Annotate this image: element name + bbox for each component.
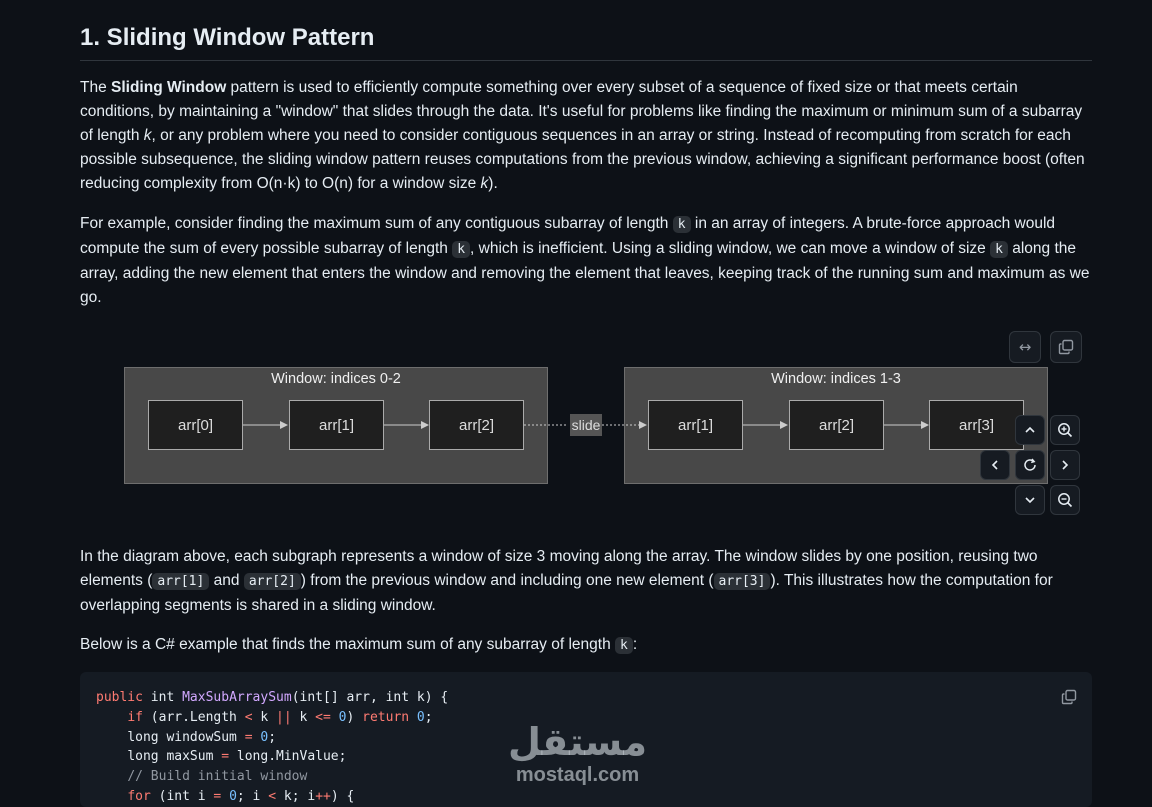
pan-left-button[interactable] <box>980 450 1010 480</box>
node-w2-2: arr[3] <box>929 400 1024 450</box>
reset-view-button[interactable] <box>1015 450 1045 480</box>
pan-down-button[interactable] <box>1015 485 1045 515</box>
zoom-out-icon <box>1058 493 1073 508</box>
chevron-up-icon <box>1025 426 1035 433</box>
chevron-right-icon <box>1062 460 1069 470</box>
watermark-arabic: مستقل <box>508 720 647 764</box>
pan-right-button[interactable] <box>1050 450 1080 480</box>
mostaql-watermark: مستقل mostaql.com <box>505 720 650 792</box>
chevron-down-icon <box>1025 497 1035 504</box>
code-line-2: if (arr.Length < k || k <= 0) return 0; <box>127 709 433 725</box>
code-line-4: long maxSum = long.MinValue; <box>127 749 347 765</box>
node-w2-0: arr[1] <box>648 400 743 450</box>
node-w1-0: arr[0] <box>148 400 243 450</box>
chevron-left-icon <box>991 460 998 470</box>
code-line-6: for (int i = 0; i < k; i++) { <box>127 788 355 804</box>
zoom-in-icon <box>1058 423 1073 438</box>
code-line-5: // Build initial window <box>127 769 308 785</box>
zoom-in-button[interactable] <box>1050 415 1080 445</box>
pan-up-button[interactable] <box>1015 415 1045 445</box>
copy-icon <box>1061 689 1077 705</box>
page: 1. Sliding Window Pattern The Sliding Wi… <box>0 0 1152 807</box>
code-line-1: public int MaxSubArraySum(int[] arr, int… <box>96 690 449 705</box>
slide-edge-label: slide <box>570 414 602 436</box>
watermark-latin: mostaql.com <box>515 764 640 786</box>
code-lines: public int MaxSubArraySum(int[] arr, int… <box>96 688 448 807</box>
code-line-3: long windowSum = 0; <box>127 729 277 745</box>
copy-code-button[interactable] <box>1056 684 1082 710</box>
node-w1-2: arr[2] <box>429 400 524 450</box>
explanation-paragraph: In the diagram above, each subgraph repr… <box>80 548 1053 614</box>
node-w2-1: arr[2] <box>789 400 884 450</box>
reset-icon <box>1024 458 1036 471</box>
zoom-out-button[interactable] <box>1050 485 1080 515</box>
code-intro-paragraph: Below is a C# example that finds the max… <box>80 636 638 654</box>
node-w1-1: arr[1] <box>289 400 384 450</box>
